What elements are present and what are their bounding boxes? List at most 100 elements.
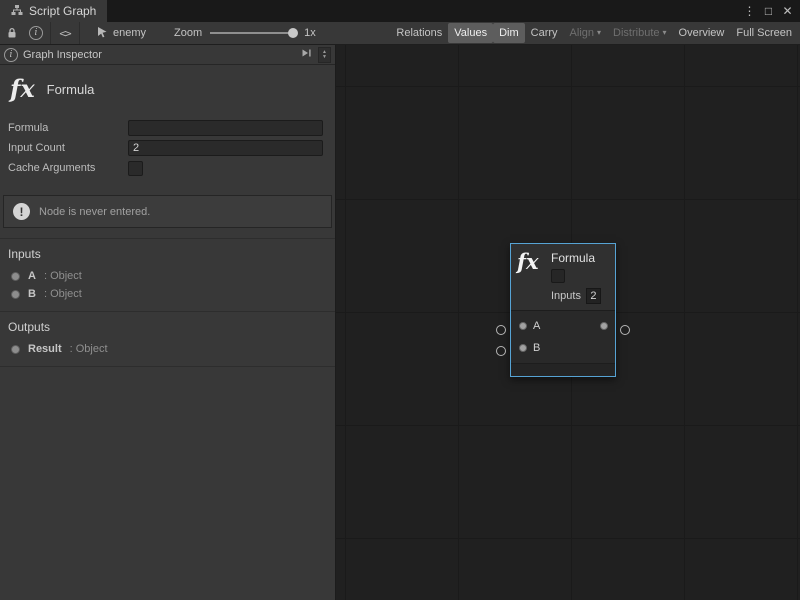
port-dot-icon	[11, 290, 20, 299]
chevron-down-icon: ▾	[597, 23, 601, 43]
align-button[interactable]: Align ▾	[564, 23, 607, 43]
formula-fx-icon: fx	[10, 77, 35, 101]
graph-reference[interactable]: enemy	[96, 26, 146, 41]
graph-inspector-panel: i Graph Inspector ▲ ▼ fx	[0, 45, 336, 600]
cache-arguments-checkbox[interactable]	[128, 161, 143, 176]
outputs-section-header: Outputs	[0, 318, 335, 340]
relations-button[interactable]: Relations	[390, 23, 448, 43]
dim-button[interactable]: Dim	[493, 23, 525, 43]
port-type: : Object	[70, 343, 108, 355]
port-type: : Object	[44, 288, 82, 300]
zoom-slider[interactable]	[210, 32, 296, 34]
node-input-count-field[interactable]: 2	[586, 288, 601, 304]
port-type: : Object	[44, 270, 82, 282]
formula-node-string-field[interactable]	[551, 269, 565, 283]
formula-node-inputs-row: Inputs 2	[551, 287, 609, 304]
formula-node-ports: A B	[511, 310, 615, 363]
graph-toolbar: i <> enemy Zoom 1x Relations Values Dim	[0, 22, 800, 45]
formula-node-footer	[511, 363, 615, 376]
inspector-header: i Graph Inspector ▲ ▼	[0, 45, 335, 65]
content-area: i Graph Inspector ▲ ▼ fx	[0, 45, 800, 600]
overview-button[interactable]: Overview	[673, 23, 731, 43]
warning-box: ! Node is never entered.	[3, 195, 332, 228]
titlebar-spacer	[107, 0, 740, 22]
zoom-control: Zoom 1x	[174, 27, 316, 39]
external-port-b[interactable]	[496, 346, 506, 356]
port-name: Result	[28, 343, 62, 355]
cache-arguments-field-label: Cache Arguments	[8, 162, 128, 174]
scrub-down-icon: ▼	[322, 55, 327, 60]
code-icon[interactable]: <>	[53, 22, 77, 44]
window-controls: ⋮ □ ✕	[740, 0, 800, 22]
input-count-field-label: Input Count	[8, 142, 128, 154]
formula-node-fields: Formula Inputs 2	[551, 251, 609, 304]
node-port-b-label: B	[533, 342, 540, 354]
graph-pointer-icon	[96, 26, 108, 41]
port-dot-icon	[11, 272, 20, 281]
port-dot-icon	[11, 345, 20, 354]
outputs-section: Outputs Result : Object	[0, 311, 335, 367]
menu-icon[interactable]: ⋮	[740, 0, 759, 22]
inspector-header-controls: ▲ ▼	[301, 47, 331, 63]
zoom-value: 1x	[304, 27, 316, 39]
formula-node-top: fx Formula Inputs 2	[511, 244, 615, 310]
formula-field-label: Formula	[8, 122, 128, 134]
warning-icon: !	[13, 203, 30, 220]
warning-text: Node is never entered.	[39, 206, 150, 218]
toolbar-buttons: Relations Values Dim Carry Align ▾ Distr…	[390, 22, 800, 44]
input-port-a-dot[interactable]	[519, 322, 527, 330]
tab-title: Script Graph	[29, 4, 96, 18]
full-screen-button[interactable]: Full Screen	[730, 23, 798, 43]
output-port-result-dot[interactable]	[600, 322, 608, 330]
output-port-result: Result : Object	[0, 340, 335, 358]
formula-field-row: Formula	[8, 119, 323, 137]
formula-node-title: Formula	[551, 251, 609, 267]
node-port-row-b: B	[511, 337, 615, 359]
info-icon: i	[29, 26, 43, 40]
input-port-b: B : Object	[0, 285, 335, 303]
inspector-title-block: fx Formula	[0, 65, 335, 117]
inputs-section: Inputs A : Object B : Object	[0, 238, 335, 311]
lock-icon[interactable]	[0, 22, 24, 44]
node-port-a-label: A	[533, 320, 540, 332]
formula-node-fx-icon: fx	[517, 249, 539, 274]
input-port-a: A : Object	[0, 267, 335, 285]
node-port-row-a: A	[511, 315, 615, 337]
zoom-label: Zoom	[174, 27, 202, 39]
input-port-b-dot[interactable]	[519, 344, 527, 352]
external-port-result[interactable]	[620, 325, 630, 335]
chevron-down-icon: ▾	[663, 23, 667, 43]
input-count-field-input[interactable]	[128, 140, 323, 156]
distribute-button[interactable]: Distribute ▾	[607, 23, 672, 43]
node-inputs-label: Inputs	[551, 290, 581, 302]
toolbar-separator	[50, 22, 51, 44]
zoom-slider-handle[interactable]	[288, 28, 298, 38]
script-graph-icon	[11, 4, 23, 19]
formula-node-icon-col: fx	[517, 251, 551, 304]
graph-reference-label: enemy	[113, 27, 146, 39]
values-button[interactable]: Values	[448, 23, 493, 43]
inputs-section-header: Inputs	[0, 245, 335, 267]
formula-node[interactable]: fx Formula Inputs 2 A	[510, 243, 616, 377]
maximize-icon[interactable]: □	[759, 0, 778, 22]
cache-arguments-field-row: Cache Arguments	[8, 159, 323, 177]
title-bar: Script Graph ⋮ □ ✕	[0, 0, 800, 22]
graph-canvas[interactable]: fx Formula Inputs 2 A	[336, 45, 800, 600]
input-count-field-row: Input Count	[8, 139, 323, 157]
dock-arrow-icon[interactable]	[301, 48, 312, 61]
distribute-button-label: Distribute	[613, 23, 659, 43]
tab-script-graph[interactable]: Script Graph	[0, 0, 107, 22]
pane-scrubber-icon[interactable]: ▲ ▼	[318, 47, 331, 63]
info-icon: i	[4, 48, 18, 62]
carry-button[interactable]: Carry	[525, 23, 564, 43]
external-port-a[interactable]	[496, 325, 506, 335]
inspector-header-title: Graph Inspector	[23, 49, 102, 61]
info-toggle-icon[interactable]: i	[24, 22, 48, 44]
formula-field-input[interactable]	[128, 120, 323, 136]
toolbar-separator	[79, 22, 80, 44]
inspector-fields: Formula Input Count Cache Arguments	[0, 117, 335, 183]
align-button-label: Align	[570, 23, 594, 43]
close-icon[interactable]: ✕	[778, 0, 797, 22]
script-graph-window: Script Graph ⋮ □ ✕ i <>	[0, 0, 800, 600]
port-name: A	[28, 270, 36, 282]
